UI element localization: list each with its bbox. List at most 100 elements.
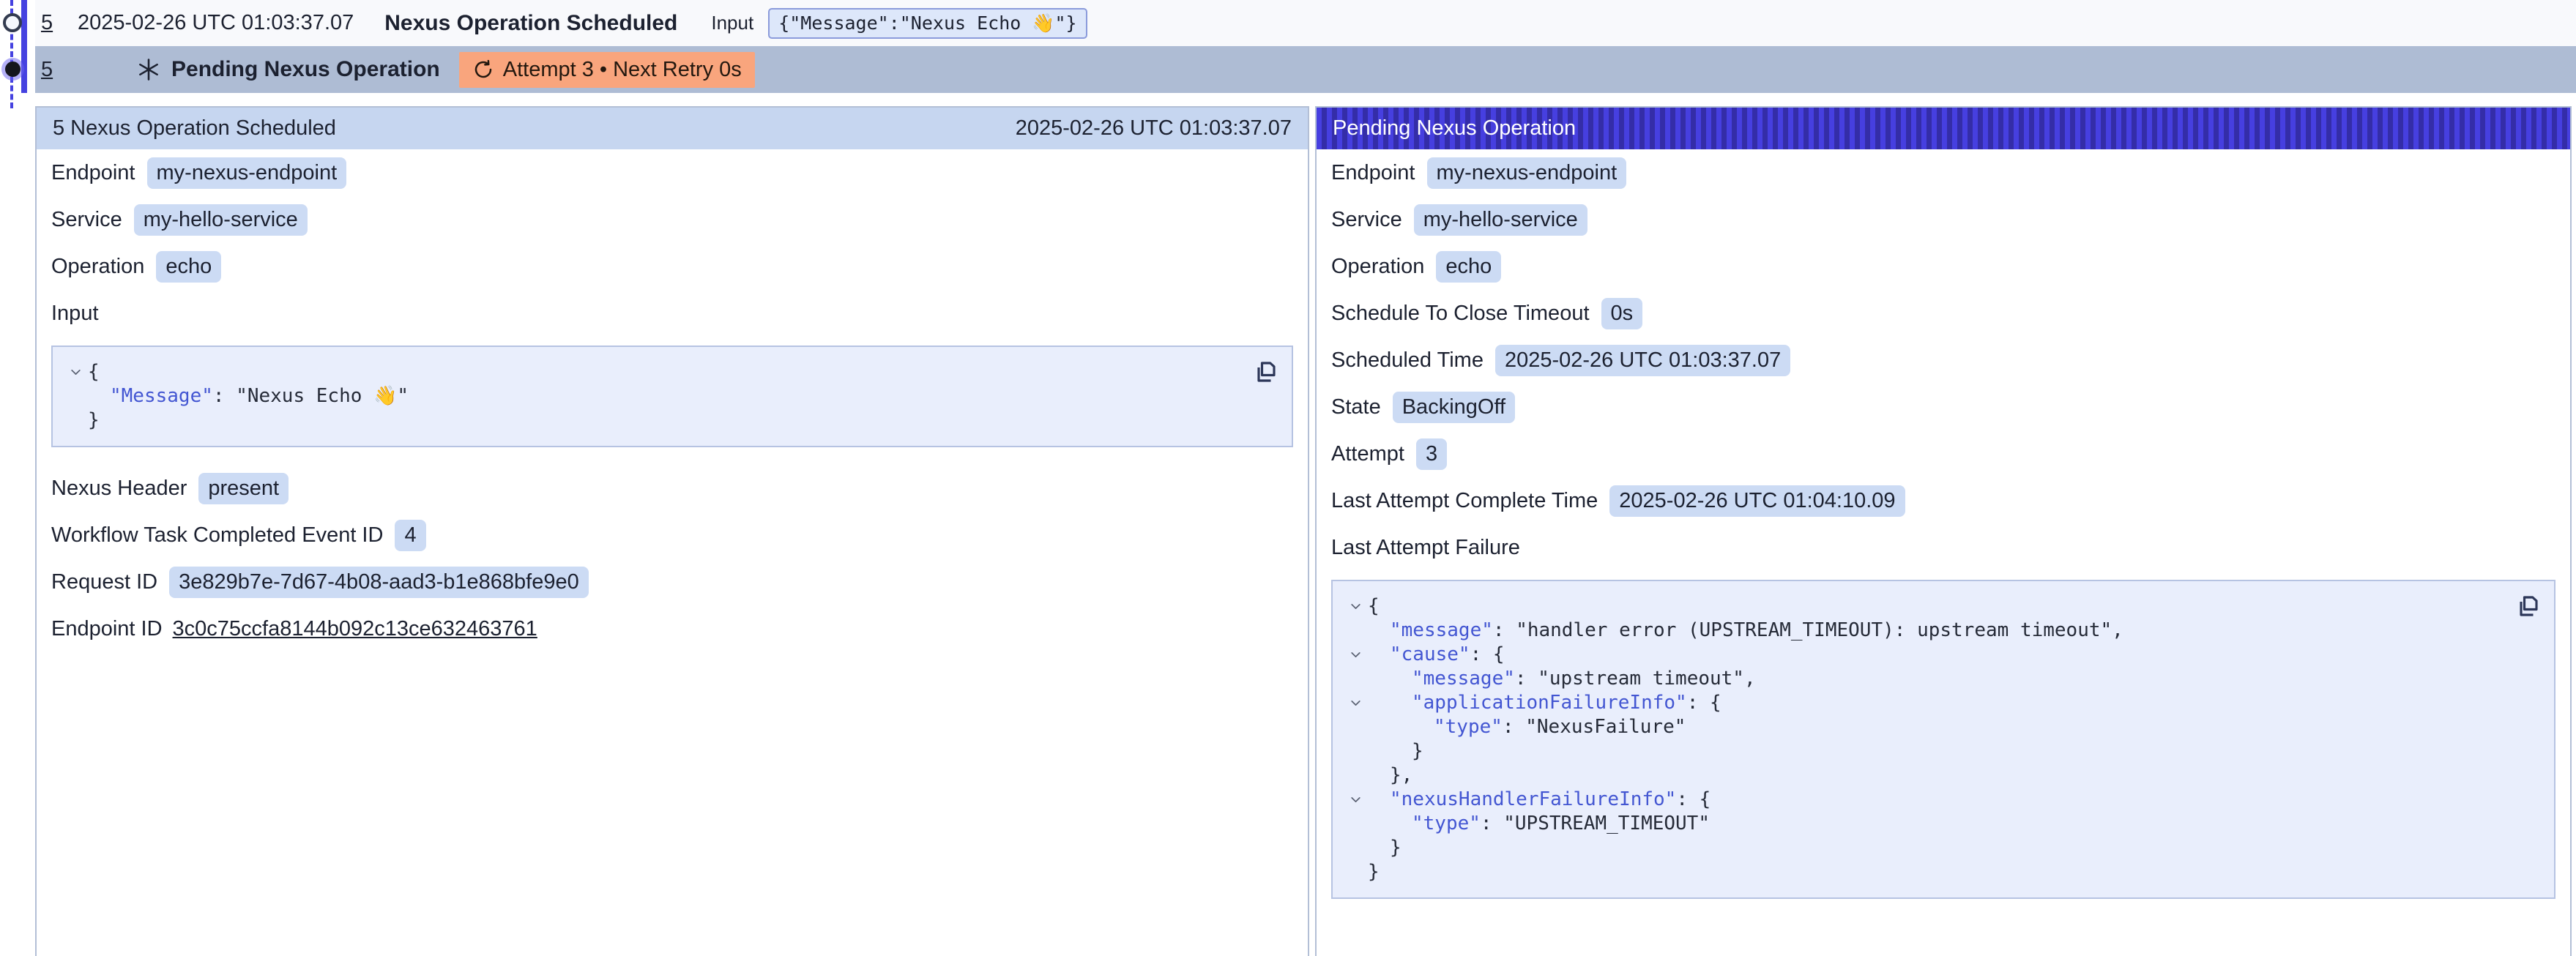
input-label: Input xyxy=(711,12,753,34)
field-label: Input xyxy=(51,302,99,326)
copy-icon[interactable] xyxy=(2514,593,2541,619)
json-gutter-spacer xyxy=(1343,763,1368,769)
json-line: } xyxy=(1343,836,2510,860)
json-code-text: } xyxy=(1368,739,1423,763)
json-code-text: "message": "upstream timeout", xyxy=(1368,667,1756,691)
json-value-text: : "Nexus Echo 👋" xyxy=(213,385,409,407)
field-row: Endpointmy-nexus-endpoint xyxy=(51,158,1293,187)
field-row: State BackingOff xyxy=(1331,392,2555,422)
event-row-nexus-operation-scheduled[interactable]: 5 2025-02-26 UTC 01:03:37.07 Nexus Opera… xyxy=(35,0,2576,46)
json-code-text: "type": "UPSTREAM_TIMEOUT" xyxy=(1368,812,1710,836)
json-line: "type": "UPSTREAM_TIMEOUT" xyxy=(1343,812,2510,836)
field-label: Scheduled Time xyxy=(1331,348,1484,373)
field-row-last-attempt-failure: Last Attempt Failure xyxy=(1331,533,2555,562)
field-label: Last Attempt Complete Time xyxy=(1331,489,1598,513)
pending-operation-header-title: Pending Nexus Operation xyxy=(1333,116,1576,141)
json-code-text: { xyxy=(88,360,100,384)
pending-asterisk-icon xyxy=(136,57,161,82)
json-line: { xyxy=(63,360,1248,384)
event-timestamp: 2025-02-26 UTC 01:03:37.07 xyxy=(78,11,354,35)
json-value-text: } xyxy=(1412,740,1423,762)
field-value-badge: my-hello-service xyxy=(1414,204,1587,236)
attempt-retry-badge: Attempt 3 • Next Retry 0s xyxy=(459,52,755,88)
collapse-chevron-icon[interactable] xyxy=(1343,788,1368,806)
timeline-node-open-icon xyxy=(3,13,22,32)
field-row: Operation echo xyxy=(51,252,1293,281)
field-row: Request ID3e829b7e-7d67-4b08-aad3-b1e868… xyxy=(51,567,1293,597)
event-history-detail-view: 5 2025-02-26 UTC 01:03:37.07 Nexus Opera… xyxy=(0,0,2576,956)
event-detail-panel: 5 Nexus Operation Scheduled 2025-02-26 U… xyxy=(35,106,1309,956)
json-code-text: }, xyxy=(1368,763,1412,788)
json-value-text: : { xyxy=(1676,788,1710,810)
field-value-badge: my-hello-service xyxy=(134,204,308,236)
json-line: } xyxy=(1343,739,2510,763)
json-code-text: } xyxy=(1368,860,1380,884)
json-key: "nexusHandlerFailureInfo" xyxy=(1390,788,1676,810)
collapse-chevron-icon[interactable] xyxy=(1343,691,1368,709)
field-value-badge: my-nexus-endpoint xyxy=(147,157,347,189)
field-row: Nexus Headerpresent xyxy=(51,474,1293,503)
field-value-badge: BackingOff xyxy=(1393,392,1515,423)
field-label: Schedule To Close Timeout xyxy=(1331,302,1590,326)
input-preview-chip[interactable]: {"Message":"Nexus Echo 👋"} xyxy=(768,8,1087,39)
json-gutter-spacer xyxy=(1343,715,1368,721)
event-id-link[interactable]: 5 xyxy=(41,11,78,35)
field-row: Operationecho xyxy=(1331,252,2555,281)
json-code-text: "Message": "Nexus Echo 👋" xyxy=(88,384,409,408)
json-line: }, xyxy=(1343,763,2510,788)
field-row: Endpoint ID3c0c75ccfa8144b092c13ce632463… xyxy=(51,614,1293,643)
input-json-viewer: {"Message": "Nexus Echo 👋"} xyxy=(51,346,1293,447)
field-value-badge: 4 xyxy=(395,520,425,551)
event-id-link[interactable]: 5 xyxy=(41,58,78,82)
json-gutter-spacer xyxy=(1343,812,1368,818)
field-row: Scheduled Time 2025-02-26 UTC 01:03:37.07 xyxy=(1331,346,2555,375)
field-row: Attempt3 xyxy=(1331,439,2555,468)
field-label: Endpoint xyxy=(1331,161,1415,185)
collapse-chevron-icon[interactable] xyxy=(1343,643,1368,661)
json-key: "type" xyxy=(1412,813,1481,834)
field-value-link[interactable]: 3c0c75ccfa8144b092c13ce632463761 xyxy=(173,617,537,641)
field-label: Service xyxy=(51,208,122,232)
field-label: State xyxy=(1331,395,1381,419)
field-value-badge: 2025-02-26 UTC 01:03:37.07 xyxy=(1495,345,1790,376)
field-value-badge: my-nexus-endpoint xyxy=(1427,157,1627,189)
json-gutter-spacer xyxy=(1343,619,1368,624)
field-row: Endpoint my-nexus-endpoint xyxy=(1331,158,2555,187)
collapse-chevron-icon[interactable] xyxy=(1343,594,1368,613)
field-label: Service xyxy=(1331,208,1402,232)
json-code-text: } xyxy=(1368,836,1401,860)
json-line: "nexusHandlerFailureInfo": { xyxy=(1343,788,2510,812)
json-value-text: : { xyxy=(1470,643,1505,665)
field-label: Request ID xyxy=(51,570,157,594)
event-fields-bottom: Nexus Headerpresent Workflow Task Complet… xyxy=(51,474,1293,643)
timeline-gutter xyxy=(0,0,35,117)
field-label: Operation xyxy=(51,255,144,279)
field-value-badge: 2025-02-26 UTC 01:04:10.09 xyxy=(1609,485,1905,517)
json-value-text: : "handler error (UPSTREAM_TIMEOUT): ups… xyxy=(1493,619,2123,641)
json-gutter-spacer xyxy=(1343,667,1368,673)
event-row-pending-nexus-operation[interactable]: 5 Pending Nexus Operation Attempt 3 • Ne… xyxy=(35,46,2576,93)
json-key: "Message" xyxy=(110,385,213,407)
json-code-text: "nexusHandlerFailureInfo": { xyxy=(1368,788,1710,812)
json-gutter-spacer xyxy=(63,384,88,390)
json-key: "applicationFailureInfo" xyxy=(1412,692,1687,714)
field-label: Last Attempt Failure xyxy=(1331,536,1520,560)
json-key: "cause" xyxy=(1390,643,1470,665)
json-code-text: { xyxy=(1368,594,1380,619)
event-detail-header: 5 Nexus Operation Scheduled 2025-02-26 U… xyxy=(37,108,1308,149)
input-json-lines: {"Message": "Nexus Echo 👋"} xyxy=(63,360,1248,433)
json-gutter-spacer xyxy=(1343,860,1368,866)
timeline-node-current-icon xyxy=(5,61,21,77)
json-value-text: { xyxy=(88,361,100,383)
copy-icon[interactable] xyxy=(1252,359,1278,385)
json-code-text: } xyxy=(88,408,100,433)
json-line: "applicationFailureInfo": { xyxy=(1343,691,2510,715)
json-gutter-spacer xyxy=(63,408,88,414)
event-rows: 5 2025-02-26 UTC 01:03:37.07 Nexus Opera… xyxy=(35,0,2576,93)
field-row: Workflow Task Completed Event ID4 xyxy=(51,520,1293,550)
json-value-text: : "UPSTREAM_TIMEOUT" xyxy=(1481,813,1710,834)
active-group-indicator-bar xyxy=(21,0,27,93)
collapse-chevron-icon[interactable] xyxy=(63,360,88,378)
field-value-badge: echo xyxy=(156,251,221,283)
json-code-text: "message": "handler error (UPSTREAM_TIME… xyxy=(1368,619,2123,643)
